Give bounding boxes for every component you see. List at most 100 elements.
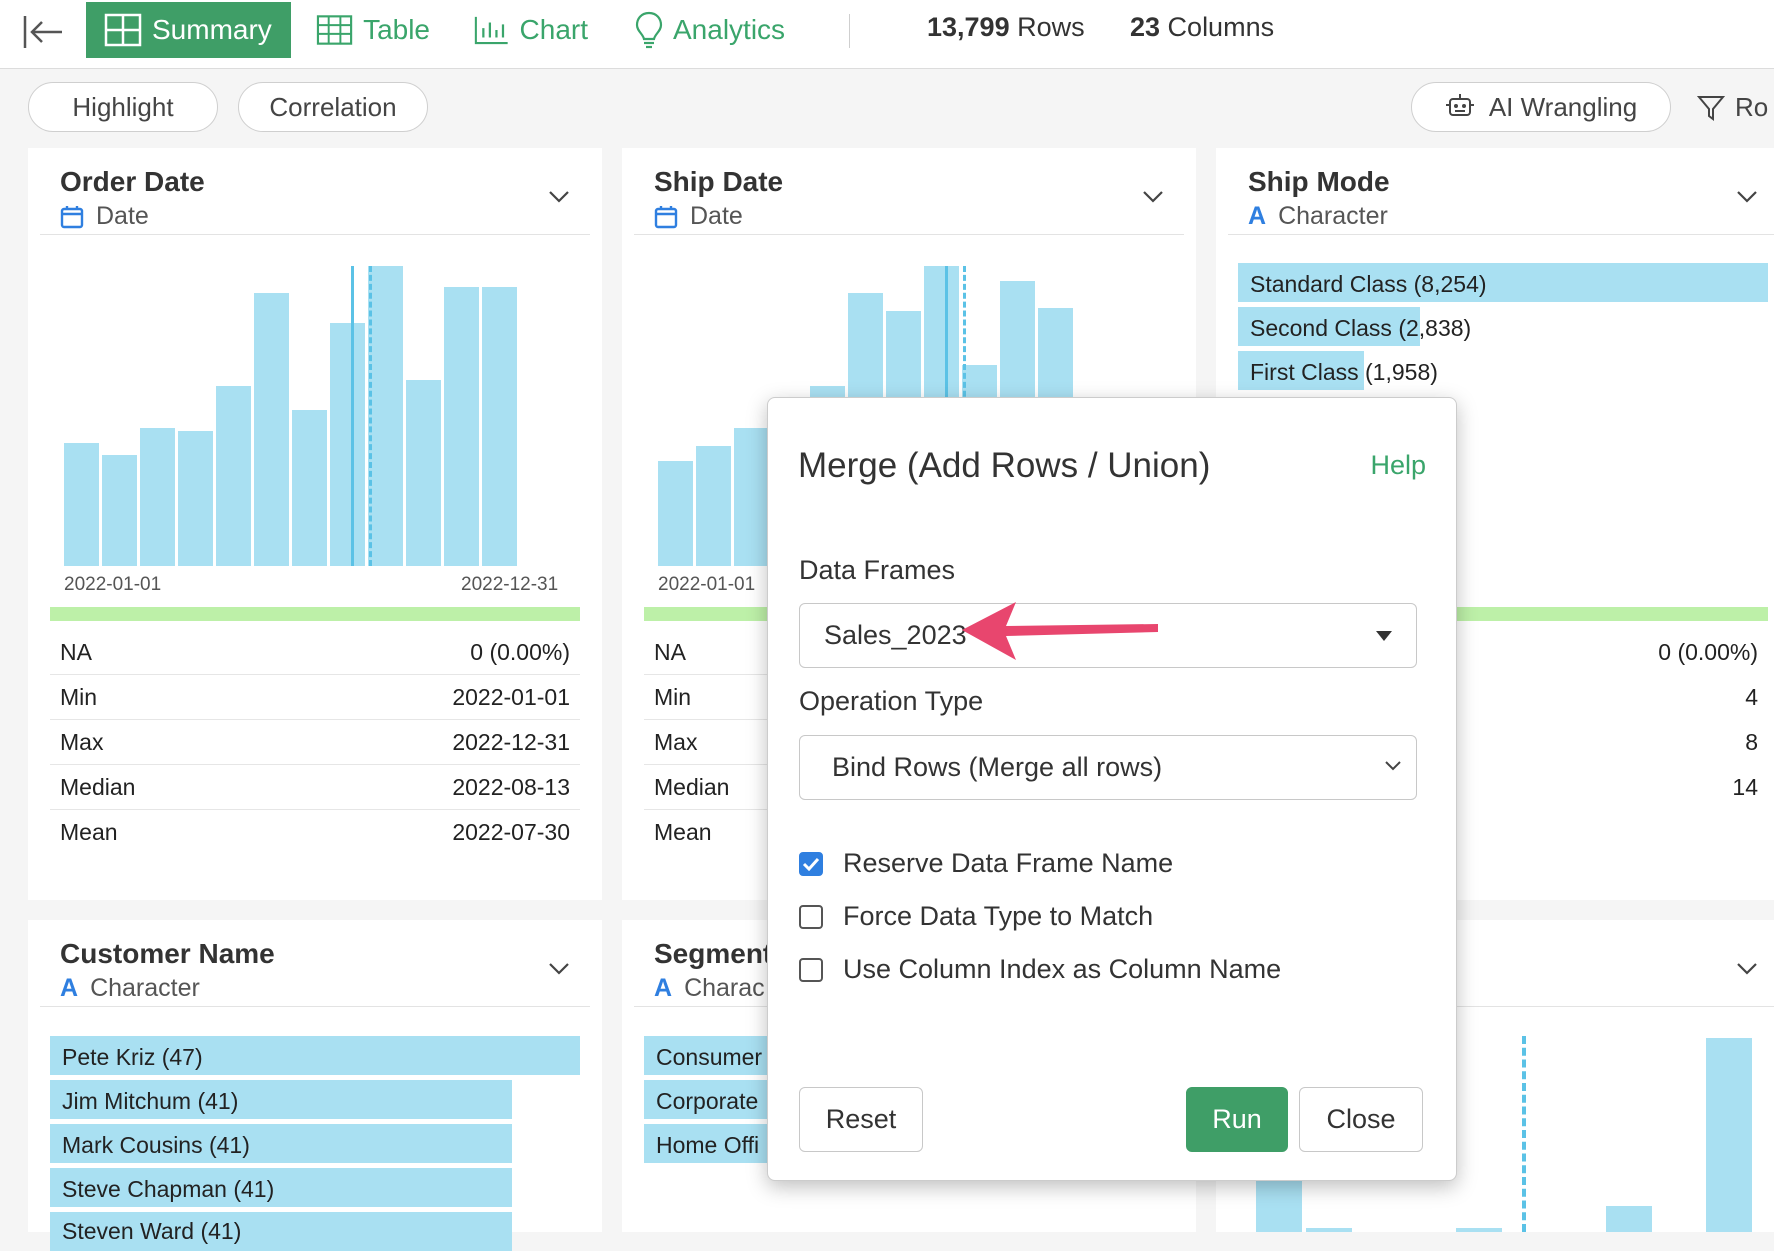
ai-wrangling-label: AI Wrangling — [1488, 91, 1638, 122]
rows-number: 13,799 — [927, 12, 1010, 42]
close-button[interactable]: Close — [1299, 1087, 1423, 1152]
card-title: Segment — [654, 938, 773, 969]
column-index-checkbox[interactable] — [799, 957, 823, 982]
card-type-label: Date — [690, 202, 743, 230]
stat-row-mean: Mean 2022-07-30 — [50, 810, 580, 855]
histogram-bar — [292, 410, 327, 566]
item-name: First Class — [1250, 359, 1359, 385]
tab-chart-label: Chart — [519, 14, 588, 45]
run-button[interactable]: Run — [1186, 1087, 1288, 1152]
operation-type-select[interactable]: Bind Rows (Merge all rows) — [799, 735, 1417, 800]
column-index-option[interactable]: Use Column Index as Column Name — [799, 954, 1281, 985]
stat-label: Median — [654, 773, 730, 800]
stat-value: 2022-01-01 — [452, 683, 570, 710]
tab-analytics-label: Analytics — [673, 14, 786, 45]
data-frames-label: Data Frames — [799, 555, 956, 585]
reset-button[interactable]: Reset — [799, 1087, 923, 1152]
stat-label: Mean — [60, 819, 118, 845]
highlight-label: Highlight — [72, 91, 174, 122]
reserve-name-checkbox[interactable] — [799, 851, 823, 876]
table-icon — [316, 15, 353, 45]
list-item: Home Offi — [656, 1132, 760, 1158]
stat-label: Max — [654, 728, 698, 755]
reserve-name-option[interactable]: Reserve Data Frame Name — [799, 848, 1173, 879]
list-item: Consumer — [656, 1044, 763, 1070]
histogram-bar — [1256, 1178, 1302, 1232]
histogram-bar — [1456, 1228, 1502, 1232]
tab-chart[interactable]: Chart — [456, 2, 606, 58]
character-type-icon: A — [60, 974, 79, 1002]
stat-label: NA — [654, 638, 686, 665]
card-type: A Charac — [654, 974, 765, 1003]
calendar-icon — [60, 205, 84, 228]
merge-dialog: Merge (Add Rows / Union) Help Data Frame… — [767, 397, 1457, 1181]
pointer-arrow-icon — [962, 602, 1158, 660]
tab-table-label: Table — [363, 14, 430, 45]
card-divider — [1228, 234, 1774, 235]
histogram-bar — [64, 443, 99, 566]
mean-line — [369, 266, 372, 566]
card-order-date: Order Date Date 2022-01-01 2022-12-31 NA… — [28, 148, 602, 900]
item-count: (2,838) — [1398, 315, 1472, 341]
stat-row-median: Median 2022-08-13 — [50, 765, 580, 810]
stat-value: 0 (0.00%) — [1658, 639, 1758, 665]
columns-number: 23 — [1130, 12, 1161, 42]
chevron-down-icon[interactable] — [548, 962, 570, 976]
correlation-button[interactable]: Correlation — [238, 82, 428, 132]
ai-wrangling-button[interactable]: AI Wrangling — [1411, 82, 1671, 132]
na-indicator-bar — [50, 607, 580, 621]
histogram-bar — [658, 461, 693, 566]
chevron-down-icon[interactable] — [1142, 190, 1164, 204]
chevron-down-icon[interactable] — [1736, 962, 1758, 976]
histogram-bar — [406, 380, 441, 566]
card-title: Customer Name — [60, 938, 275, 969]
help-link[interactable]: Help — [1370, 450, 1426, 481]
stat-label: Min — [654, 683, 692, 710]
tab-analytics[interactable]: Analytics — [617, 2, 807, 58]
stat-label: Mean — [654, 819, 712, 845]
histogram-bar — [444, 287, 479, 566]
list-item: First Class (1,958) — [1250, 359, 1438, 386]
bar-chart-icon — [474, 16, 508, 45]
force-type-checkbox[interactable] — [799, 904, 823, 929]
stat-label: Median — [60, 773, 136, 800]
operation-type-label: Operation Type — [799, 686, 984, 716]
rows-filter-button[interactable]: Ro — [1697, 92, 1768, 123]
columns-label: Columns — [1160, 12, 1275, 42]
histogram-bar — [178, 431, 213, 566]
operation-type-value: Bind Rows (Merge all rows) — [832, 752, 1163, 782]
histogram-bar — [1706, 1038, 1752, 1232]
correlation-label: Correlation — [269, 91, 397, 122]
card-divider — [634, 234, 1184, 235]
highlight-button[interactable]: Highlight — [28, 82, 218, 132]
caret-down-icon — [1376, 631, 1392, 641]
card-type: A Character — [1248, 202, 1388, 231]
filter-icon — [1697, 95, 1725, 121]
card-divider — [40, 1006, 590, 1007]
card-title: Ship Mode — [1248, 166, 1390, 197]
card-type-label: Date — [96, 202, 149, 230]
checkmark-icon — [802, 857, 820, 871]
stat-value: 8 — [1745, 729, 1758, 755]
card-divider — [40, 234, 590, 235]
histogram-bar — [696, 446, 731, 566]
stat-row-min: Min 2022-01-01 — [50, 675, 580, 720]
tab-summary-label: Summary — [152, 14, 272, 45]
histogram-bar — [734, 428, 769, 566]
tab-summary[interactable]: Summary — [86, 2, 291, 58]
stat-value: 14 — [1732, 774, 1758, 800]
median-line — [351, 266, 354, 566]
list-item: Steve Chapman (41) — [62, 1176, 275, 1202]
card-type-label: Character — [1278, 202, 1388, 230]
chevron-down-icon[interactable] — [548, 190, 570, 204]
list-item: Mark Cousins (41) — [62, 1132, 250, 1158]
collapse-left-icon[interactable] — [22, 12, 66, 52]
item-count: (8,254) — [1413, 271, 1487, 297]
chevron-down-icon[interactable] — [1736, 190, 1758, 204]
list-item: Corporate — [656, 1088, 759, 1114]
stats-table: NA 0 (0.00%) Min 2022-01-01 Max 2022-12-31 … — [50, 630, 580, 855]
item-name: Second Class — [1250, 315, 1392, 341]
stat-row-max: Max 2022-12-31 — [50, 720, 580, 765]
tab-table[interactable]: Table — [298, 2, 448, 58]
force-type-option[interactable]: Force Data Type to Match — [799, 901, 1153, 932]
